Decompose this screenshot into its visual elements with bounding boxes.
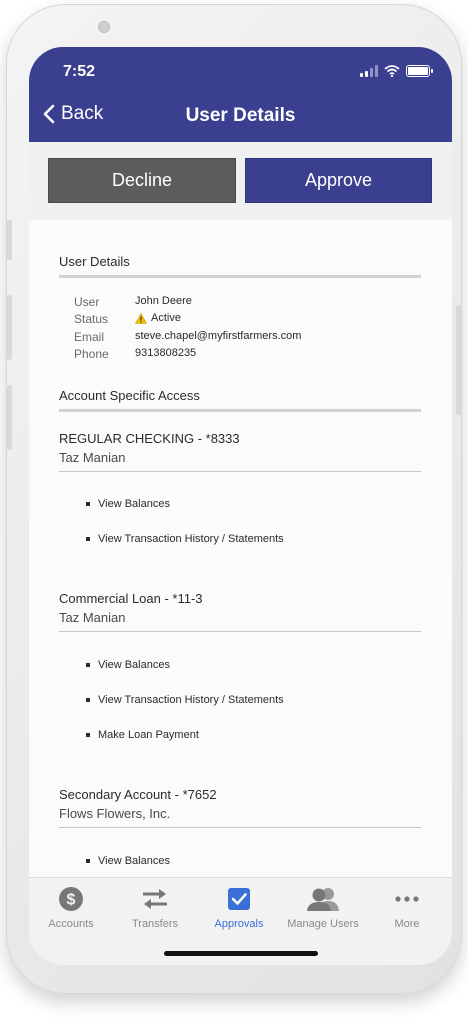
divider bbox=[59, 275, 421, 278]
svg-text:$: $ bbox=[67, 892, 76, 909]
divider bbox=[59, 471, 421, 472]
user-details-heading: User Details bbox=[59, 254, 130, 269]
bullet-icon bbox=[86, 733, 90, 737]
field-label-user: User bbox=[74, 295, 100, 309]
field-value-email: steve.chapel@myfirstfarmers.com bbox=[135, 330, 302, 342]
transfer-arrows-icon bbox=[143, 889, 167, 909]
tab-transfers[interactable]: Transfers bbox=[113, 886, 197, 930]
permission-item: Make Loan Payment bbox=[86, 729, 199, 741]
field-value-phone: 9313808235 bbox=[135, 347, 197, 359]
mute-switch bbox=[7, 220, 12, 260]
divider bbox=[59, 409, 421, 412]
decline-button[interactable]: Decline bbox=[48, 158, 236, 203]
screen: 7:52 User Details Back Decline Approve U… bbox=[29, 47, 452, 965]
action-bar: Decline Approve bbox=[29, 142, 452, 220]
status-value: Active bbox=[151, 312, 181, 324]
home-indicator[interactable] bbox=[164, 951, 318, 956]
power-button bbox=[456, 305, 461, 415]
permission-item: View Transaction History / Statements bbox=[86, 533, 284, 545]
permission-item: View Balances bbox=[86, 855, 170, 867]
volume-down-button bbox=[7, 385, 12, 450]
permission-item: View Balances bbox=[86, 498, 170, 510]
details-scroll-area[interactable]: User Details User John Deere Status Acti… bbox=[29, 220, 452, 877]
field-value-status: Active bbox=[135, 312, 181, 324]
status-icons bbox=[360, 65, 433, 77]
volume-up-button bbox=[7, 295, 12, 360]
permission-item: View Transaction History / Statements bbox=[86, 694, 284, 706]
tab-accounts[interactable]: $ Accounts bbox=[29, 886, 113, 930]
tab-bar: $ Accounts Transfers Approvals Manage Us… bbox=[29, 877, 452, 965]
field-label-email: Email bbox=[74, 330, 105, 344]
field-label-status: Status bbox=[74, 312, 109, 326]
tab-approvals[interactable]: Approvals bbox=[197, 886, 281, 930]
account-name: Secondary Account - *7652 bbox=[59, 787, 217, 802]
bullet-icon bbox=[86, 698, 90, 702]
divider bbox=[59, 827, 421, 828]
users-icon bbox=[307, 888, 339, 911]
wifi-icon bbox=[384, 65, 400, 77]
approve-button[interactable]: Approve bbox=[245, 158, 432, 203]
warning-icon bbox=[135, 312, 147, 324]
camera-icon bbox=[98, 21, 110, 33]
chevron-left-icon bbox=[43, 104, 55, 124]
more-dots-icon bbox=[395, 896, 419, 902]
back-label: Back bbox=[61, 103, 104, 124]
field-value-user: John Deere bbox=[135, 295, 192, 307]
account-access-heading: Account Specific Access bbox=[59, 388, 200, 403]
tab-manage-users[interactable]: Manage Users bbox=[281, 886, 365, 930]
account-name: Commercial Loan - *11-3 bbox=[59, 591, 203, 606]
signal-icon bbox=[360, 65, 378, 77]
back-button[interactable]: Back bbox=[43, 103, 103, 125]
tab-more[interactable]: More bbox=[365, 886, 449, 930]
bullet-icon bbox=[86, 859, 90, 863]
checkbox-icon bbox=[228, 888, 250, 910]
field-label-phone: Phone bbox=[74, 347, 109, 361]
account-name: REGULAR CHECKING - *8333 bbox=[59, 431, 240, 446]
divider bbox=[59, 631, 421, 632]
status-time: 7:52 bbox=[63, 63, 96, 80]
bullet-icon bbox=[86, 663, 90, 667]
permission-item: View Balances bbox=[86, 659, 170, 671]
bullet-icon bbox=[86, 537, 90, 541]
bullet-icon bbox=[86, 502, 90, 506]
phone-frame: 7:52 User Details Back Decline Approve U… bbox=[6, 4, 462, 994]
app-header: 7:52 User Details Back bbox=[29, 47, 452, 142]
account-owner: Flows Flowers, Inc. bbox=[59, 806, 171, 821]
account-owner: Taz Manian bbox=[59, 610, 126, 625]
dollar-coin-icon: $ bbox=[59, 887, 83, 911]
account-owner: Taz Manian bbox=[59, 450, 126, 465]
battery-icon bbox=[406, 65, 433, 77]
